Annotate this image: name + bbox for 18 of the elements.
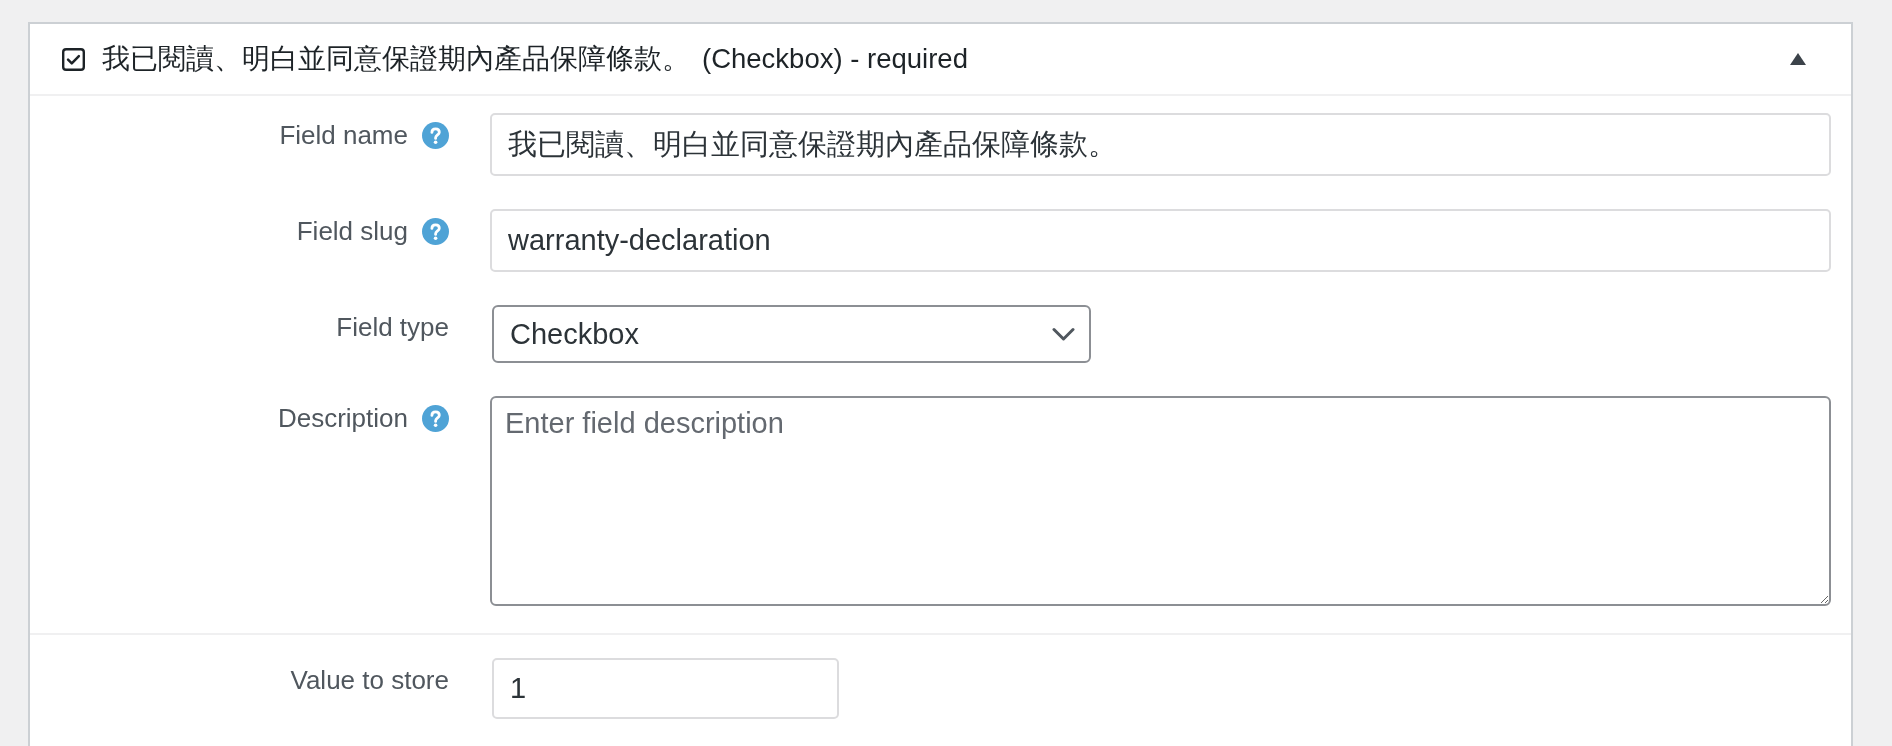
chevron-down-icon — [1052, 326, 1075, 342]
field-type-note: (Checkbox) - required — [702, 42, 968, 76]
help-icon[interactable] — [422, 121, 449, 149]
text-input[interactable]: warranty-declaration — [490, 209, 1831, 272]
field-label: Description — [277, 402, 408, 434]
help-icon[interactable] — [422, 217, 449, 245]
field-label: Field slug — [296, 215, 408, 247]
field-title: 我已閱讀、明白並同意保證期內產品保障條款。 — [102, 42, 690, 76]
text-input[interactable]: 1 — [492, 658, 839, 719]
text-input[interactable]: 我已閱讀、明白並同意保證期內產品保障條款。 — [490, 113, 1831, 176]
field-label: Value to store — [290, 664, 449, 696]
field-label: Field name — [279, 119, 408, 151]
field-label: Field type — [336, 311, 449, 343]
checked-box-icon — [62, 47, 85, 71]
text-area[interactable]: Enter field description — [490, 396, 1831, 606]
dropdown-select[interactable]: Checkbox — [492, 305, 1091, 363]
caret-icon[interactable] — [1790, 53, 1806, 65]
help-icon[interactable] — [422, 404, 449, 432]
